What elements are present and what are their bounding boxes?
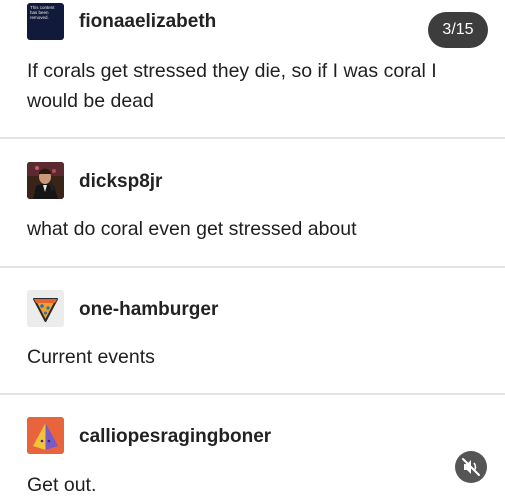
username-fionaaelizabeth[interactable]: fionaaelizabeth xyxy=(79,11,216,33)
post-text-line-1: If corals get stressed they die, so if I… xyxy=(27,60,437,82)
avatar-fionaaelizabeth[interactable]: This content has been removed. xyxy=(27,3,64,40)
username-dicksp8jr[interactable]: dicksp8jr xyxy=(79,171,162,193)
removed-content-notice: This content has been removed. xyxy=(30,5,55,20)
avatar-calliopesragingboner[interactable] xyxy=(27,417,64,454)
mute-button[interactable] xyxy=(455,451,487,483)
post-text-line-2: would be dead xyxy=(27,90,154,112)
photo-avatar-image xyxy=(27,162,64,199)
speaker-muted-icon xyxy=(462,458,480,476)
post-calliopesragingboner: calliopesragingboner Get out. xyxy=(0,395,505,500)
pyramid-icon xyxy=(27,417,64,454)
post-text-line-1: Get out. xyxy=(27,474,97,496)
image-counter-badge: 3/15 xyxy=(428,12,488,48)
avatar-one-hamburger[interactable] xyxy=(27,290,64,327)
username-one-hamburger[interactable]: one-hamburger xyxy=(79,299,218,321)
username-calliopesragingboner[interactable]: calliopesragingboner xyxy=(79,426,271,448)
post-one-hamburger: one-hamburger Current events xyxy=(0,268,505,394)
post-text-line-1: what do coral even get stressed about xyxy=(27,218,357,240)
avatar-dicksp8jr[interactable] xyxy=(27,162,64,199)
post-text-line-1: Current events xyxy=(27,346,155,368)
pizza-slice-icon xyxy=(27,290,64,327)
post-dicksp8jr: dicksp8jr what do coral even get stresse… xyxy=(0,139,505,266)
